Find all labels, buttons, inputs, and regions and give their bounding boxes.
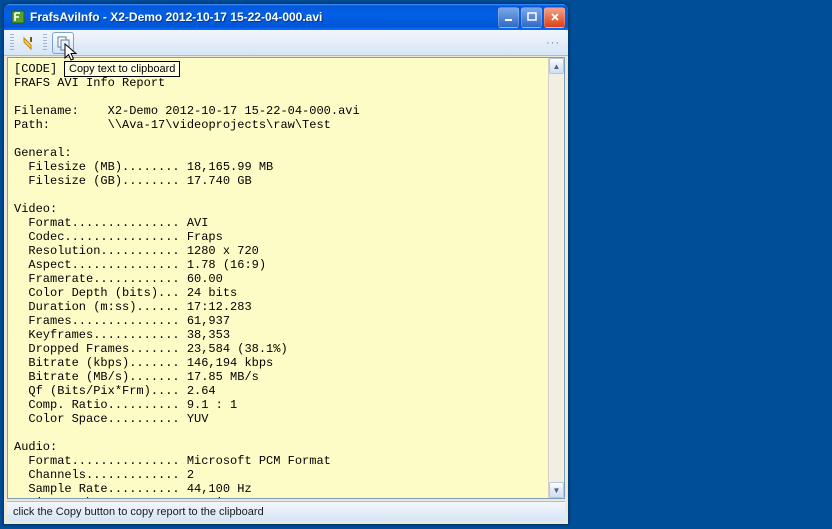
report-viewport: [CODE] FRAFS AVI Info Report Filename: X… bbox=[7, 57, 565, 499]
copy-button[interactable] bbox=[52, 32, 74, 54]
scroll-up-button[interactable]: ▲ bbox=[549, 58, 564, 74]
video-resolution: Resolution........... 1280 x 720 bbox=[14, 244, 259, 258]
video-format: Format............... AVI bbox=[14, 216, 208, 230]
audio-samplerate: Sample Rate.......... 44,100 Hz bbox=[14, 482, 252, 496]
app-icon bbox=[10, 9, 26, 25]
general-filesize-mb: Filesize (MB)........ 18,165.99 MB bbox=[14, 160, 273, 174]
video-bitrate-kbps: Bitrate (kbps)....... 146,194 kbps bbox=[14, 356, 273, 370]
video-frames: Frames............... 61,937 bbox=[14, 314, 230, 328]
video-codec: Codec................ Fraps bbox=[14, 230, 223, 244]
code-open: [CODE] bbox=[14, 62, 57, 76]
video-keyframes: Keyframes............ 38,353 bbox=[14, 328, 230, 342]
general-filesize-gb: Filesize (GB)........ 17.740 GB bbox=[14, 174, 252, 188]
vertical-scrollbar[interactable]: ▲ ▼ bbox=[548, 58, 564, 498]
audio-channels: Channels............. 2 bbox=[14, 468, 194, 482]
filename-value: X2-Demo 2012-10-17 15-22-04-000.avi bbox=[108, 104, 360, 118]
report-text[interactable]: [CODE] FRAFS AVI Info Report Filename: X… bbox=[8, 58, 548, 498]
window-title: FrafsAviInfo - X2-Demo 2012-10-17 15-22-… bbox=[30, 10, 498, 24]
scroll-track[interactable] bbox=[549, 74, 564, 482]
video-framerate: Framerate............ 60.00 bbox=[14, 272, 223, 286]
close-button[interactable] bbox=[544, 7, 565, 28]
statusbar-text: click the Copy button to copy report to … bbox=[13, 506, 264, 518]
report-heading: FRAFS AVI Info Report bbox=[14, 76, 165, 90]
video-aspect: Aspect............... 1.78 (16:9) bbox=[14, 258, 266, 272]
open-file-button[interactable] bbox=[19, 32, 41, 54]
toolbar-grip bbox=[10, 34, 14, 52]
window-buttons bbox=[498, 7, 565, 28]
audio-bitdepth: Bit Depth............ 16 Bits bbox=[14, 496, 237, 498]
path-value: \\Ava-17\videoprojects\raw\Test bbox=[108, 118, 331, 132]
scroll-down-button[interactable]: ▼ bbox=[549, 482, 564, 498]
path-label: Path: bbox=[14, 118, 50, 132]
video-colorspace: Color Space.......... YUV bbox=[14, 412, 208, 426]
video-duration: Duration (m:ss)...... 17:12.283 bbox=[14, 300, 252, 314]
audio-header: Audio: bbox=[14, 440, 57, 454]
toolbar-grip bbox=[43, 34, 47, 52]
video-compratio: Comp. Ratio.......... 9.1 : 1 bbox=[14, 398, 237, 412]
toolbar: ··· bbox=[4, 30, 568, 56]
general-header: General: bbox=[14, 146, 72, 160]
video-dropped: Dropped Frames....... 23,584 (38.1%) bbox=[14, 342, 288, 356]
minimize-button[interactable] bbox=[498, 7, 519, 28]
audio-format: Format............... Microsoft PCM Form… bbox=[14, 454, 331, 468]
statusbar: click the Copy button to copy report to … bbox=[7, 501, 565, 521]
video-qf: Qf (Bits/Pix*Frm).... 2.64 bbox=[14, 384, 216, 398]
maximize-button[interactable] bbox=[521, 7, 542, 28]
titlebar[interactable]: FrafsAviInfo - X2-Demo 2012-10-17 15-22-… bbox=[4, 4, 568, 30]
toolbar-overflow-icon[interactable]: ··· bbox=[546, 37, 562, 49]
tooltip: Copy text to clipboard bbox=[64, 61, 180, 77]
video-colordepth: Color Depth (bits)... 24 bits bbox=[14, 286, 237, 300]
app-window: FrafsAviInfo - X2-Demo 2012-10-17 15-22-… bbox=[3, 3, 569, 525]
video-header: Video: bbox=[14, 202, 57, 216]
video-bitrate-mbs: Bitrate (MB/s)....... 17.85 MB/s bbox=[14, 370, 259, 384]
filename-label: Filename: bbox=[14, 104, 79, 118]
